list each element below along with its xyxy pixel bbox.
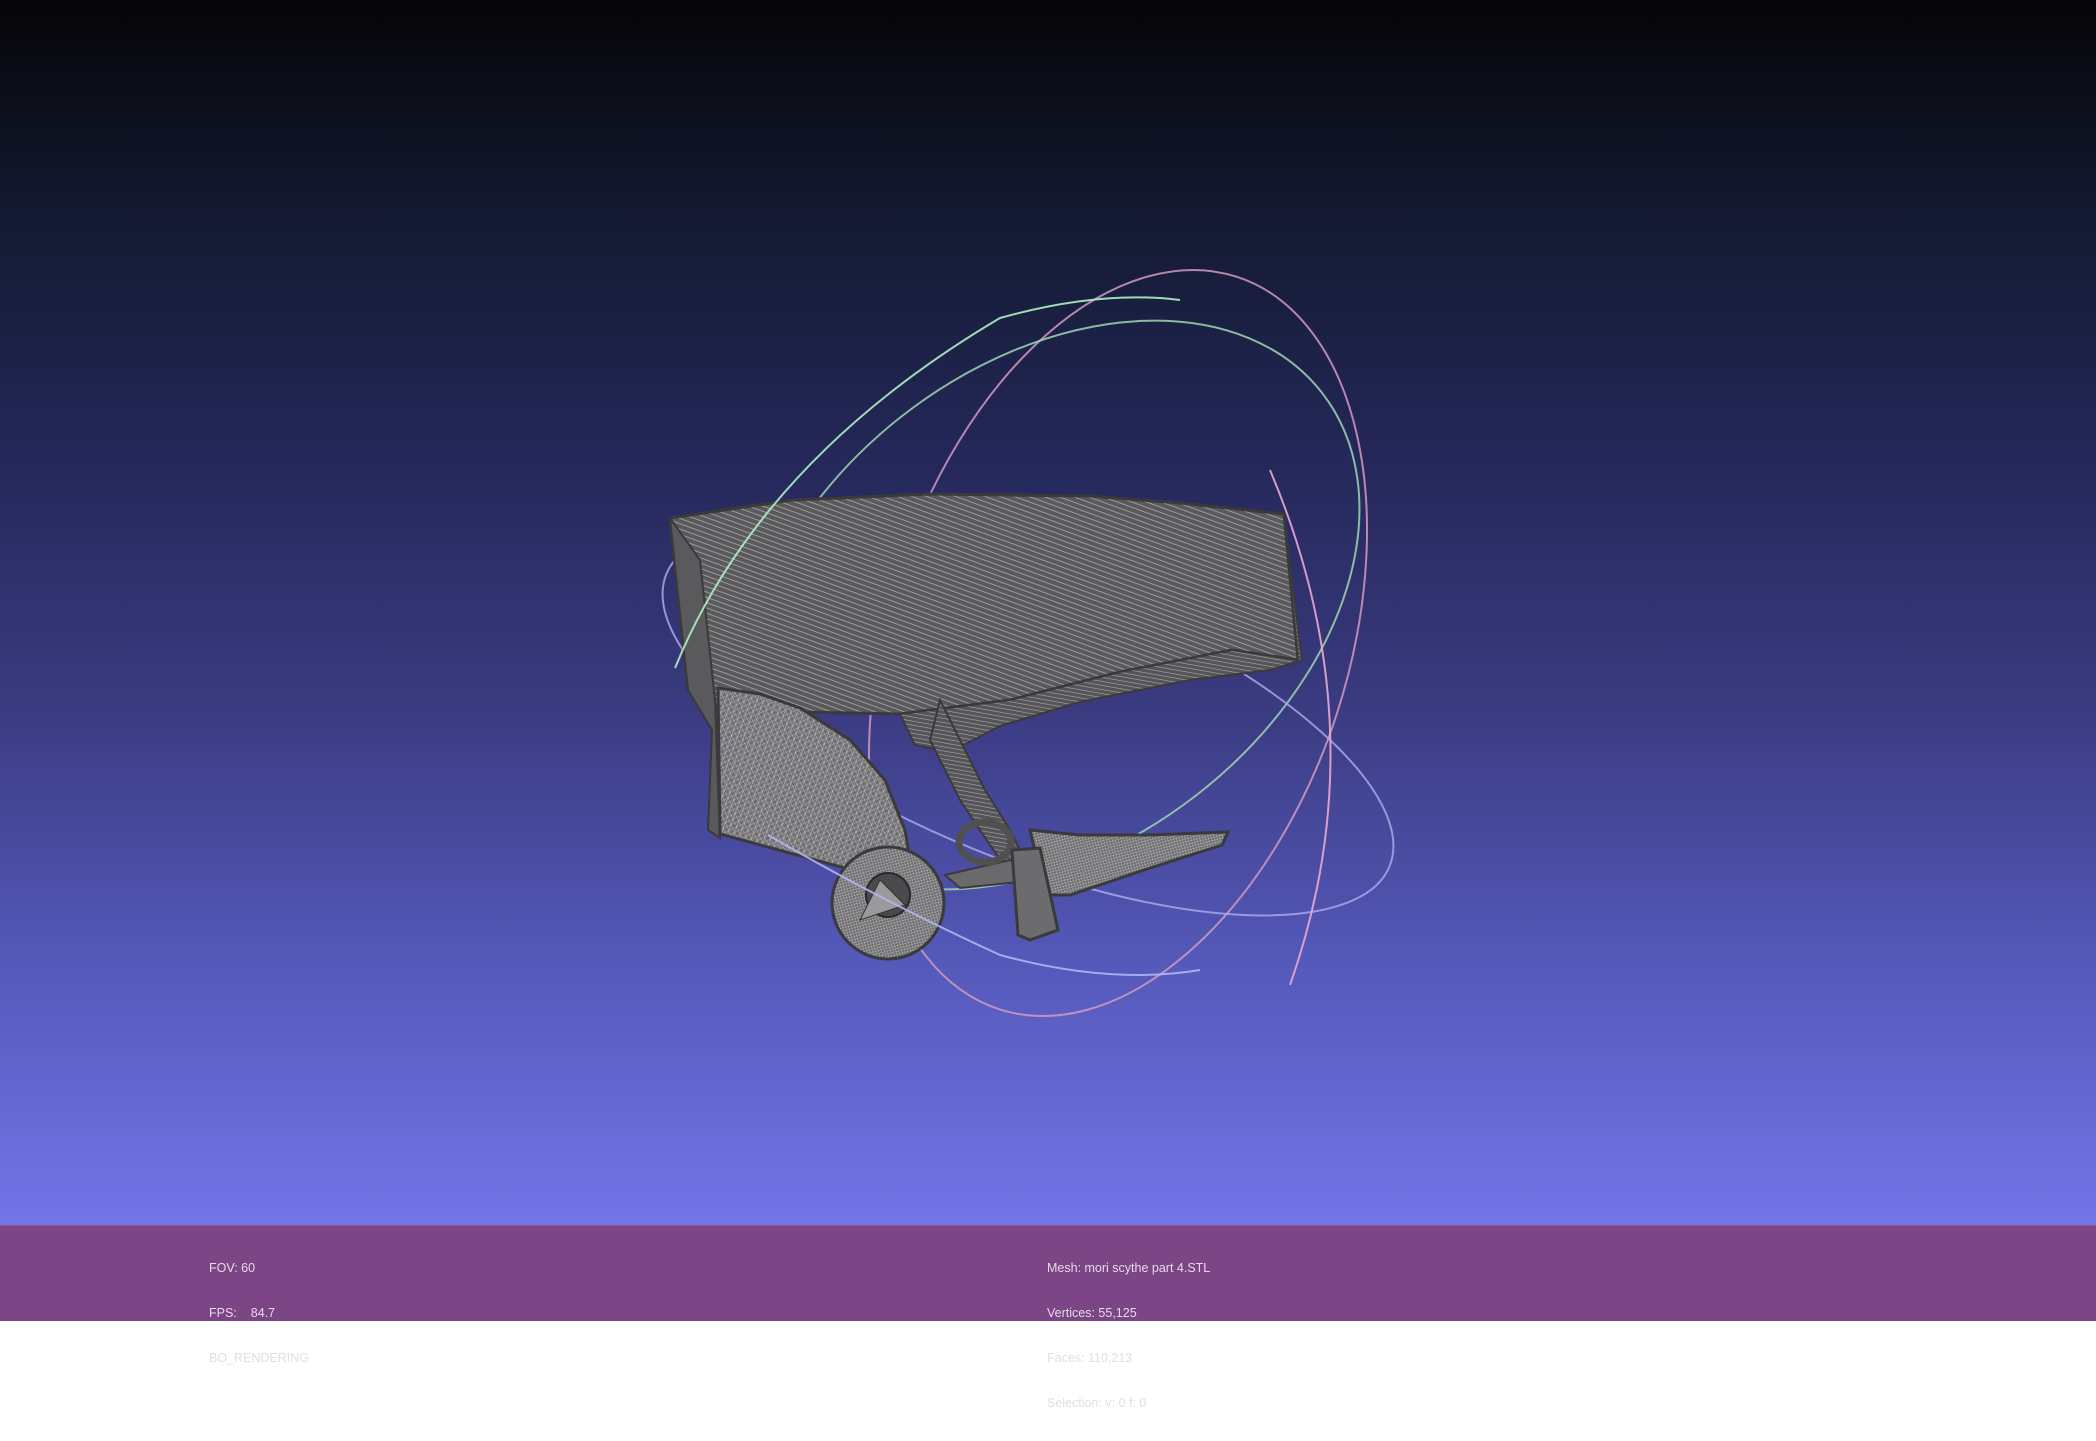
fps-label: FPS: — [209, 1306, 237, 1320]
selection-count: Selection: v: 0 f: 0 — [1047, 1396, 1147, 1410]
mesh-name: Mesh: mori scythe part 4.STL — [1047, 1261, 1211, 1275]
vertex-count: Vertices: 55,125 — [1047, 1306, 1137, 1320]
scene-canvas[interactable] — [0, 0, 2096, 1225]
fps-value: 84.7 — [250, 1306, 276, 1320]
info-bar: FOV: 60 FPS: 84.7 BO_RENDERING Mesh: mori… — [0, 1225, 2096, 1410]
spike-tip — [1028, 828, 1231, 897]
face-count: Faces: 110,213 — [1047, 1351, 1133, 1365]
render-stats-panel: FOV: 60 FPS: 84.7 BO_RENDERING — [209, 1231, 309, 1396]
render-mode-readout: BO_RENDERING — [209, 1351, 310, 1365]
fps-readout: FPS: 84.7 — [209, 1306, 309, 1321]
fov-readout: FOV: 60 — [209, 1261, 256, 1275]
3d-viewport[interactable] — [0, 0, 2096, 1225]
blade-top-surface — [668, 492, 1300, 716]
mesh-model — [668, 492, 1304, 961]
mesh-stats-panel: Mesh: mori scythe part 4.STL Vertices: 5… — [1047, 1231, 1210, 1441]
